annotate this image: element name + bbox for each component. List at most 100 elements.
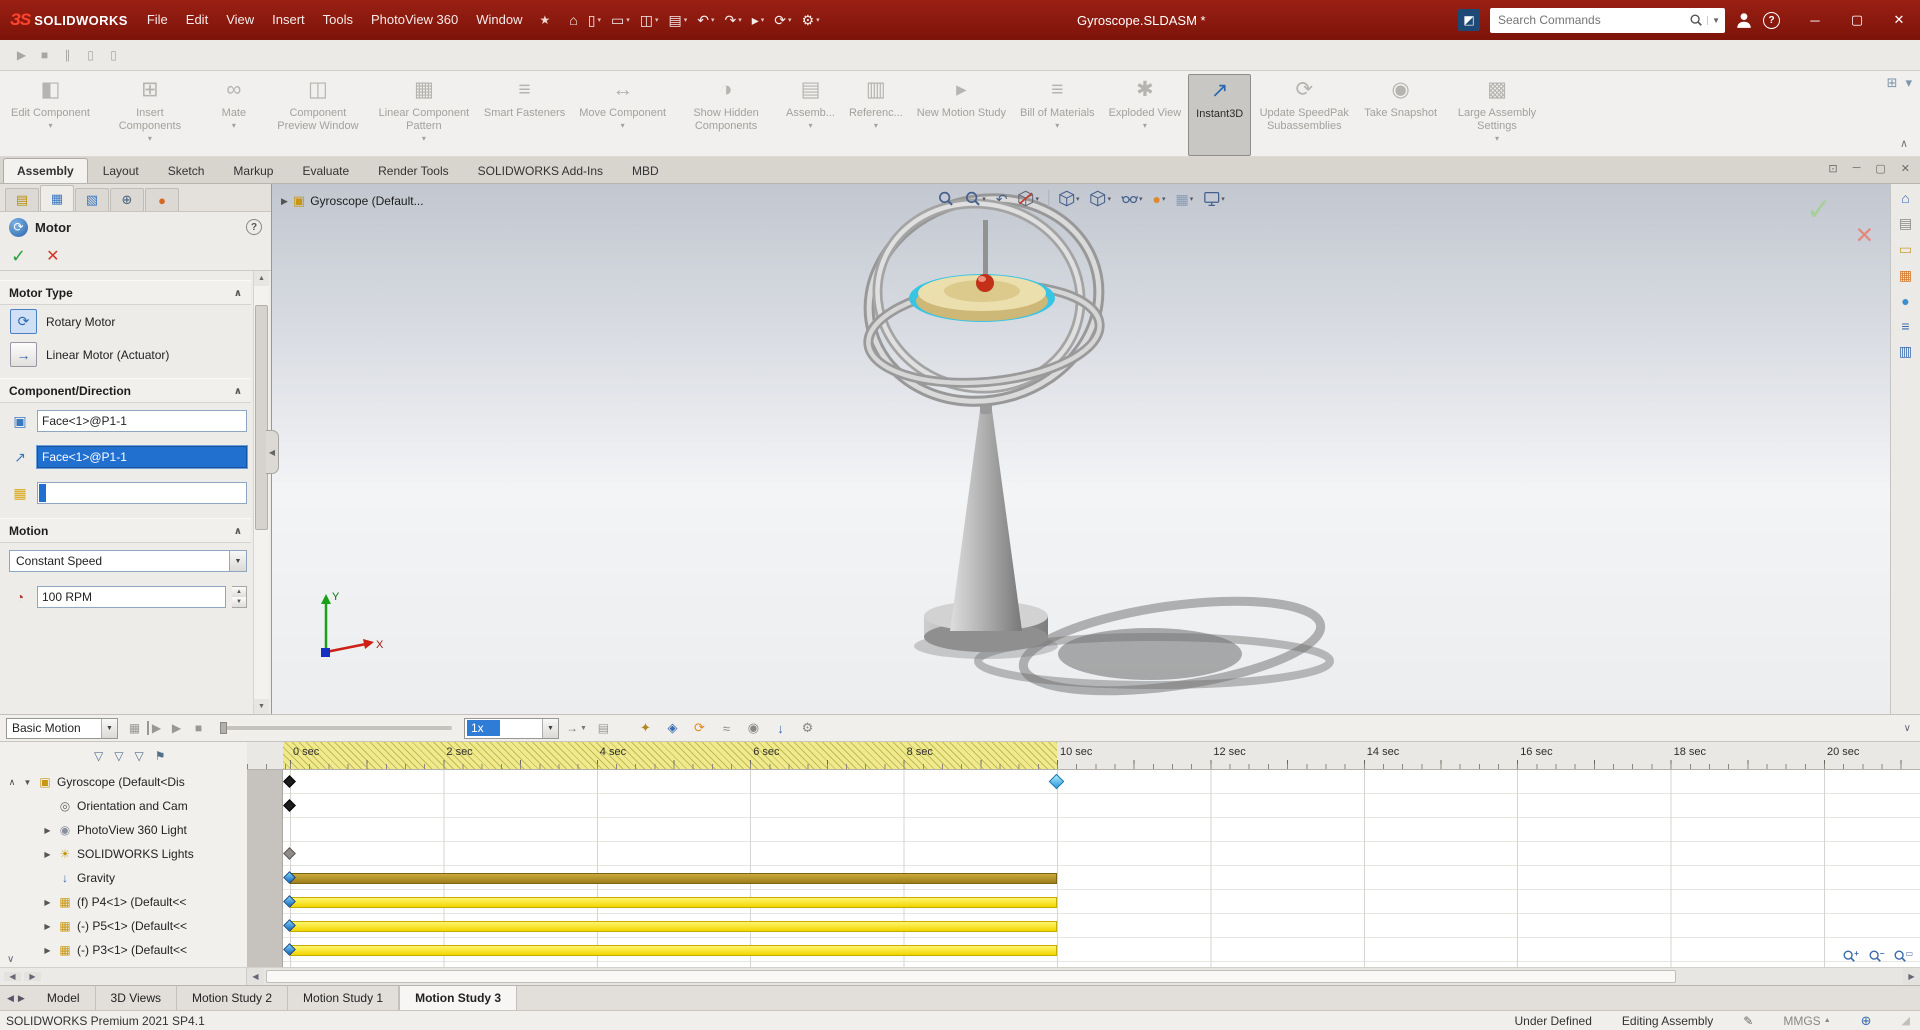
- ribbon-button-new-motion-study[interactable]: ▸ New Motion Study: [910, 74, 1013, 156]
- chevron-down-icon[interactable]: ▾: [874, 121, 878, 130]
- ribbon-button-large-assembly-settings[interactable]: ▩ Large Assembly Settings ▾: [1444, 74, 1550, 156]
- tab-assembly[interactable]: Assembly: [3, 158, 88, 183]
- scroll-right-icon[interactable]: ▶: [24, 972, 41, 981]
- pause-icon[interactable]: ∥: [56, 48, 79, 62]
- menu-edit[interactable]: Edit: [177, 0, 217, 40]
- speed-stepper[interactable]: ▲ ▼: [232, 586, 247, 608]
- chevron-down-icon[interactable]: ▾: [232, 121, 236, 130]
- ribbon-button-exploded-view[interactable]: ✱ Exploded View ▾: [1102, 74, 1189, 156]
- featuremanager-tab[interactable]: ▤: [5, 188, 39, 211]
- motion-study-properties-icon[interactable]: ⚙: [796, 720, 819, 736]
- ribbon-button-insert-components[interactable]: ⊞ Insert Components ▾: [97, 74, 203, 156]
- appearances-scenes-icon[interactable]: ●: [1901, 293, 1909, 309]
- zoom-fit-icon[interactable]: ▭: [1893, 949, 1913, 963]
- ribbon-button-edit-component[interactable]: ◧ Edit Component ▾: [4, 74, 97, 156]
- ok-button[interactable]: ✓: [11, 246, 26, 267]
- expand-closed-icon[interactable]: ▶: [42, 922, 53, 931]
- timeline-area[interactable]: 0 sec 2 sec 4 sec 6 sec 8 sec 10 sec 12 sec 14 …: [247, 742, 1920, 967]
- chevron-down-icon[interactable]: ▾: [48, 121, 52, 130]
- collapse-all-icon[interactable]: ∧: [6, 777, 18, 788]
- play-from-start-icon[interactable]: ▶: [147, 721, 164, 735]
- chevron-down-icon[interactable]: ▾: [1055, 121, 1059, 130]
- confirmation-check-icon[interactable]: ✓: [1806, 192, 1832, 228]
- expand-closed-icon[interactable]: ▶: [42, 946, 53, 955]
- tab-mbd[interactable]: MBD: [618, 158, 673, 183]
- scroll-left-icon[interactable]: ◀: [4, 972, 21, 981]
- ribbon-button-move-component[interactable]: ↔ Move Component ▾: [572, 74, 673, 156]
- expand-closed-icon[interactable]: ▶: [42, 826, 53, 835]
- chevron-down-icon[interactable]: ▼: [1707, 15, 1720, 25]
- component-to-move-input[interactable]: [37, 482, 247, 504]
- graphics-viewport[interactable]: ▶ ▣ Gyroscope (Default... ▾ ↶ ▾ ▾ ▾ ▾ ● ▾ ▦ ▾ ▾ ✓ …: [272, 184, 1890, 714]
- linear-motor-icon[interactable]: →: [10, 342, 37, 367]
- menu-insert[interactable]: Insert: [263, 0, 314, 40]
- tab-sketch[interactable]: Sketch: [154, 158, 219, 183]
- breadcrumb[interactable]: ▶ ▣ Gyroscope (Default...: [281, 193, 424, 209]
- stop-icon[interactable]: ■: [33, 48, 56, 62]
- new-document-icon[interactable]: ▯ ▾: [583, 12, 606, 29]
- stepper-down-icon[interactable]: ▼: [232, 597, 246, 607]
- search-scope-icon[interactable]: ◩: [1458, 9, 1480, 31]
- motion-tree-item[interactable]: ↓ Gravity: [0, 866, 247, 890]
- ribbon-extra-icon[interactable]: ⊞: [1887, 75, 1898, 91]
- previous-view-button[interactable]: ↶: [992, 189, 1012, 209]
- search-commands-box[interactable]: ▼: [1490, 7, 1725, 33]
- doc-tab-motion-study-1[interactable]: Motion Study 1: [288, 986, 400, 1010]
- print-icon[interactable]: ▤ ▾: [663, 12, 692, 29]
- menu-window[interactable]: Window: [467, 0, 531, 40]
- filter-none-icon[interactable]: ▽: [94, 749, 103, 763]
- motor-speed-input[interactable]: [37, 586, 226, 608]
- collapse-motion-manager-icon[interactable]: ∨: [1904, 723, 1911, 734]
- ribbon-button-linear-component-pattern[interactable]: ▦ Linear Component Pattern ▾: [371, 74, 477, 156]
- close-button[interactable]: ✕: [1878, 0, 1920, 40]
- motor-icon[interactable]: ⟳: [688, 720, 711, 736]
- tab-solidworks-add-ins[interactable]: SOLIDWORKS Add-Ins: [464, 158, 617, 183]
- restore-button[interactable]: ▢: [1836, 0, 1878, 40]
- motor-location-input[interactable]: [37, 410, 247, 432]
- motion-profile-select[interactable]: Constant Speed ▼: [9, 550, 247, 572]
- hide-show-items-button[interactable]: ▾: [1117, 187, 1147, 210]
- doc-restore-icon[interactable]: ▢: [1875, 162, 1885, 175]
- chevron-down-icon[interactable]: ▾: [808, 121, 812, 130]
- file-explorer-icon[interactable]: ▭: [1899, 241, 1912, 258]
- chevron-down-icon[interactable]: ▾: [1035, 195, 1039, 203]
- doc-close-icon[interactable]: ✕: [1901, 162, 1910, 175]
- chevron-down-icon[interactable]: ▾: [1139, 195, 1143, 203]
- motion-tree-item[interactable]: ∧ ▼ ▣ Gyroscope (Default<Dis: [0, 770, 247, 794]
- timeline-scroll-right-icon[interactable]: ▶: [1903, 968, 1920, 985]
- cancel-button[interactable]: ✕: [46, 246, 59, 266]
- scroll-down-icon[interactable]: ▼: [254, 699, 269, 714]
- confirmation-cancel-icon[interactable]: ✕: [1855, 222, 1874, 249]
- search-input[interactable]: [1498, 13, 1690, 27]
- collapse-ribbon-icon[interactable]: ∧: [1900, 137, 1908, 150]
- doc-minimize-icon[interactable]: ─: [1853, 162, 1861, 175]
- collapse-section-icon[interactable]: ∧: [234, 386, 242, 397]
- chevron-down-icon[interactable]: ▾: [1108, 195, 1112, 203]
- scrollbar-track[interactable]: [264, 968, 1903, 985]
- chevron-down-icon[interactable]: ▼: [542, 718, 558, 738]
- gravity-icon[interactable]: ↓: [769, 721, 792, 736]
- motion-tree-item[interactable]: ▶ ▦ (f) P4<1> (Default<<: [0, 890, 247, 914]
- design-library-icon[interactable]: ▤: [1899, 215, 1912, 232]
- tab-render-tools[interactable]: Render Tools: [364, 158, 463, 183]
- displaymanager-tab[interactable]: ●: [145, 188, 179, 211]
- zoom-area-button[interactable]: ▾: [960, 187, 990, 210]
- chevron-down-icon[interactable]: ▼: [229, 551, 246, 571]
- animation-wizard-icon[interactable]: ✦: [634, 720, 657, 736]
- section-header-component-direction[interactable]: Component/Direction ∧: [0, 378, 251, 403]
- zoom-fit-button[interactable]: [933, 187, 958, 210]
- menu-view[interactable]: View: [217, 0, 263, 40]
- chevron-down-icon[interactable]: ▾: [1143, 121, 1147, 130]
- timeline-change-bar[interactable]: [290, 945, 1057, 956]
- stop-icon[interactable]: ■: [189, 721, 208, 735]
- doc-tab-model[interactable]: Model: [32, 986, 96, 1010]
- menu-tools[interactable]: Tools: [314, 0, 362, 40]
- ribbon-button-show-hidden-components[interactable]: ◑ Show Hidden Components: [673, 74, 779, 156]
- pin-menu-icon[interactable]: ★: [531, 13, 558, 27]
- spring-icon[interactable]: ≈: [715, 721, 738, 736]
- view-settings-button[interactable]: ▾: [1199, 187, 1229, 210]
- tab-layout[interactable]: Layout: [89, 158, 153, 183]
- expand-closed-icon[interactable]: ▶: [42, 898, 53, 907]
- save-animation-icon[interactable]: ▤: [594, 721, 613, 735]
- flyout-tree-arrow-icon[interactable]: ▶: [281, 196, 288, 207]
